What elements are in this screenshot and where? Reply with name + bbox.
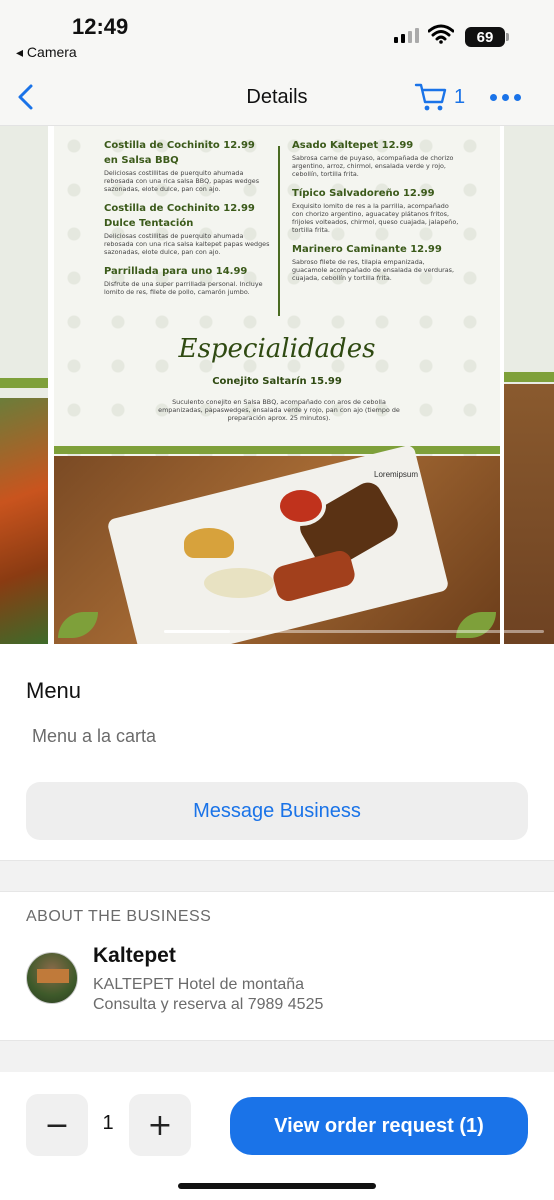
fried-chip — [184, 528, 234, 558]
cart-count: 1 — [454, 85, 466, 108]
back-to-camera-link[interactable]: ◂ Camera — [16, 44, 77, 61]
status-bar: 12:49 ◂ Camera 69 — [0, 0, 554, 70]
dish-description: Deliciosas costillitas de puerquito ahum… — [104, 169, 260, 193]
dish-name: Parrillada para uno 14.99 — [104, 266, 248, 277]
navigation-bar: Details 1 — [0, 70, 554, 126]
status-time: 12:49 — [72, 14, 129, 39]
special-dish-description: Suculento conejito en Salsa BBQ, acompañ… — [158, 398, 400, 422]
home-indicator[interactable] — [178, 1183, 376, 1189]
battery-icon: 69 — [465, 27, 505, 47]
dish-name-line2: en Salsa BBQ — [104, 155, 179, 166]
about-section-label: ABOUT THE BUSINESS — [26, 908, 212, 925]
rice — [204, 568, 274, 598]
business-description-line2: Consulta y reserva al 7989 4525 — [93, 996, 324, 1013]
cart-button[interactable]: 1 — [414, 82, 465, 112]
dish-description: Sabrosa carne de puyaso, acompañada de c… — [292, 154, 454, 178]
dish-description: Deliciosas costillitas de puerquito ahum… — [104, 232, 270, 256]
view-order-request-button[interactable]: View order request (1) — [230, 1097, 528, 1155]
next-photo[interactable] — [504, 126, 554, 644]
dish-name: Costilla de Cochinito 12.99 — [104, 203, 255, 214]
message-business-button[interactable]: Message Business — [26, 782, 528, 840]
salsa-bowl — [276, 486, 326, 526]
battery-tip — [506, 33, 509, 41]
watermark-text: Loremipsum — [374, 470, 419, 479]
item-title: Menu — [26, 678, 82, 703]
menu-left-column: Costilla de Cochinito 12.99 en Salsa BBQ… — [104, 140, 272, 296]
quantity-value: 1 — [102, 1112, 114, 1134]
special-dish-name: Conejito Saltarín 15.99 — [212, 376, 342, 387]
business-avatar[interactable] — [26, 952, 78, 1004]
menu-divider — [278, 146, 280, 316]
increase-quantity-button[interactable]: + — [129, 1094, 191, 1156]
page-title: Details — [246, 86, 308, 108]
photo-carousel[interactable]: Costilla de Cochinito 12.99 en Salsa BBQ… — [0, 126, 554, 644]
dish-name-line2: Dulce Tentación — [104, 218, 194, 229]
menu-right-column: Asado Kaltepet 12.99 Sabrosa carne de pu… — [292, 140, 460, 282]
menu-photo: Costilla de Cochinito 12.99 en Salsa BBQ… — [54, 126, 500, 644]
dish-description: Exquisito lomito de res a la parrilla, a… — [292, 202, 459, 234]
carousel-indicator — [164, 630, 230, 633]
cart-icon — [414, 83, 447, 111]
specials-heading: Especialidades — [178, 334, 376, 364]
menu-green-bar — [54, 446, 500, 454]
section-separator — [0, 1040, 554, 1072]
dish-name: Asado Kaltepet 12.99 — [292, 140, 414, 151]
cellular-signal-icon — [394, 28, 419, 43]
business-name[interactable]: Kaltepet — [93, 944, 176, 968]
wifi-icon — [428, 24, 454, 44]
dish-name: Marinero Caminante 12.99 — [292, 244, 442, 255]
business-description-line1: KALTEPET Hotel de montaña — [93, 976, 305, 993]
dish-name: Costilla de Cochinito 12.99 — [104, 140, 255, 151]
previous-photo[interactable] — [0, 126, 48, 644]
dish-name: Típico Salvadoreño 12.99 — [292, 188, 435, 199]
dish-description: Sabroso filete de res, tilapia empanizad… — [292, 258, 455, 282]
item-subtitle: Menu a la carta — [32, 726, 157, 746]
section-separator — [0, 860, 554, 892]
decrease-quantity-button[interactable]: − — [26, 1094, 88, 1156]
more-options-icon[interactable] — [490, 94, 521, 101]
dish-description: Disfrute de una super parrillada persona… — [104, 280, 263, 296]
